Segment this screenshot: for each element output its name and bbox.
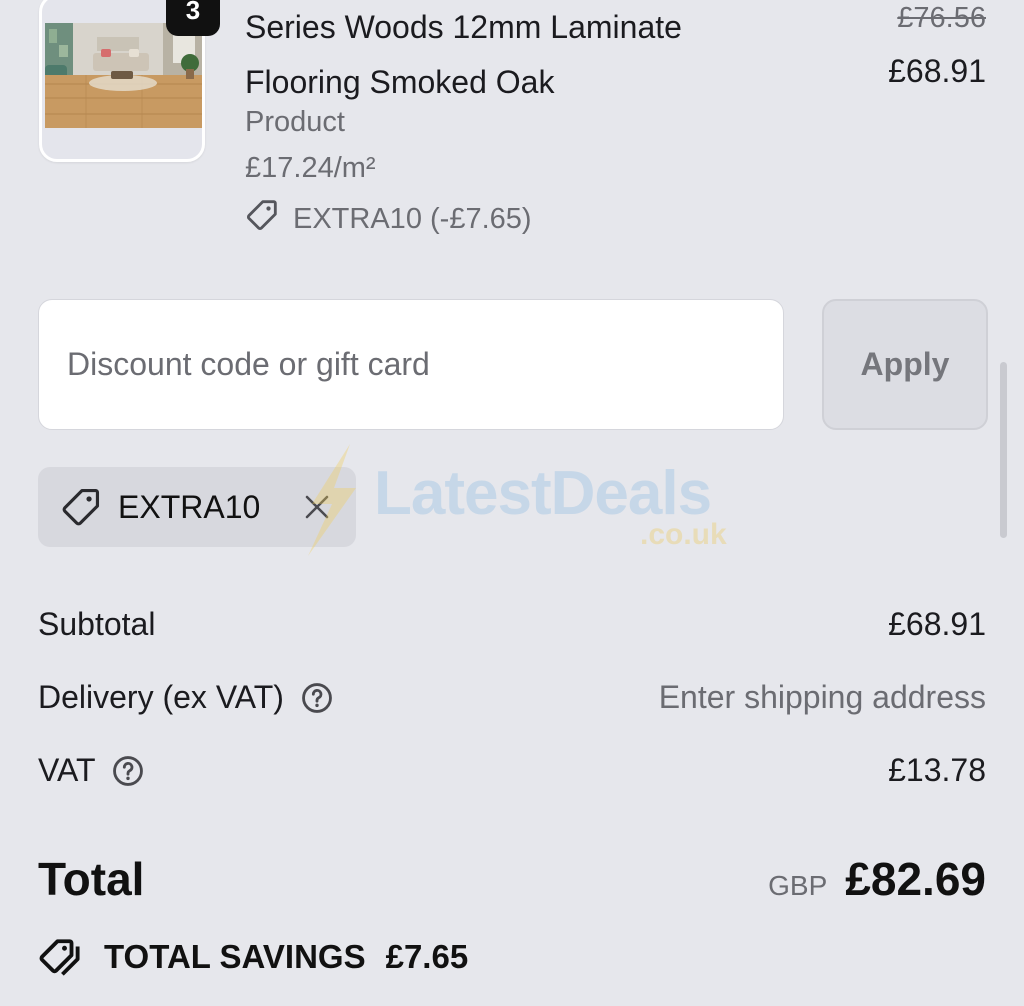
product-unit-price: £17.24/m² (245, 152, 376, 184)
tag-icon (60, 486, 102, 528)
delivery-value: Enter shipping address (658, 679, 986, 715)
subtotal-value: £68.91 (888, 606, 986, 642)
checkout-order-summary: 3 Series Woods 12mm Laminate Flooring Sm… (0, 0, 1024, 1006)
savings-value: £7.65 (385, 938, 469, 975)
total-row: Total GBP £82.69 (38, 852, 986, 906)
product-type: Product (245, 106, 345, 138)
product-image (45, 23, 202, 128)
total-label: Total (38, 853, 145, 905)
delivery-label: Delivery (ex VAT) (38, 679, 284, 715)
product-discount-text: EXTRA10 (-£7.65) (293, 202, 532, 235)
product-discount-line: EXTRA10 (-£7.65) (245, 198, 532, 240)
vat-row: VAT £13.78 (38, 752, 986, 789)
apply-button[interactable]: Apply (822, 299, 988, 430)
watermark-logo: LatestDeals .co.uk (300, 440, 740, 560)
price-original: £76.56 (897, 2, 986, 34)
currency-code: GBP (768, 870, 828, 901)
close-icon[interactable] (302, 492, 332, 522)
watermark-brand: LatestDeals (374, 459, 712, 528)
tags-icon (38, 936, 84, 978)
scrollbar[interactable] (1000, 362, 1007, 538)
delivery-row: Delivery (ex VAT) Enter shipping address (38, 679, 986, 716)
product-title: Series Woods 12mm Laminate Flooring Smok… (245, 9, 682, 100)
vat-value: £13.78 (888, 752, 986, 788)
quantity-badge: 3 (166, 0, 220, 36)
vat-label: VAT (38, 752, 96, 788)
help-icon[interactable] (111, 754, 145, 788)
subtotal-label: Subtotal (38, 606, 156, 642)
quantity-value: 3 (185, 0, 201, 25)
price-current: £68.91 (888, 53, 986, 89)
subtotal-row: Subtotal £68.91 (38, 606, 986, 643)
total-savings: TOTAL SAVINGS £7.65 (38, 936, 468, 978)
discount-code-input[interactable] (38, 299, 784, 430)
help-icon[interactable] (300, 681, 334, 715)
watermark-tld: .co.uk (640, 518, 727, 551)
tag-icon (245, 198, 279, 240)
applied-discount-chip: EXTRA10 (38, 467, 356, 547)
applied-code-label: EXTRA10 (118, 488, 261, 525)
total-value: £82.69 (845, 853, 986, 905)
savings-label: TOTAL SAVINGS (104, 938, 366, 975)
